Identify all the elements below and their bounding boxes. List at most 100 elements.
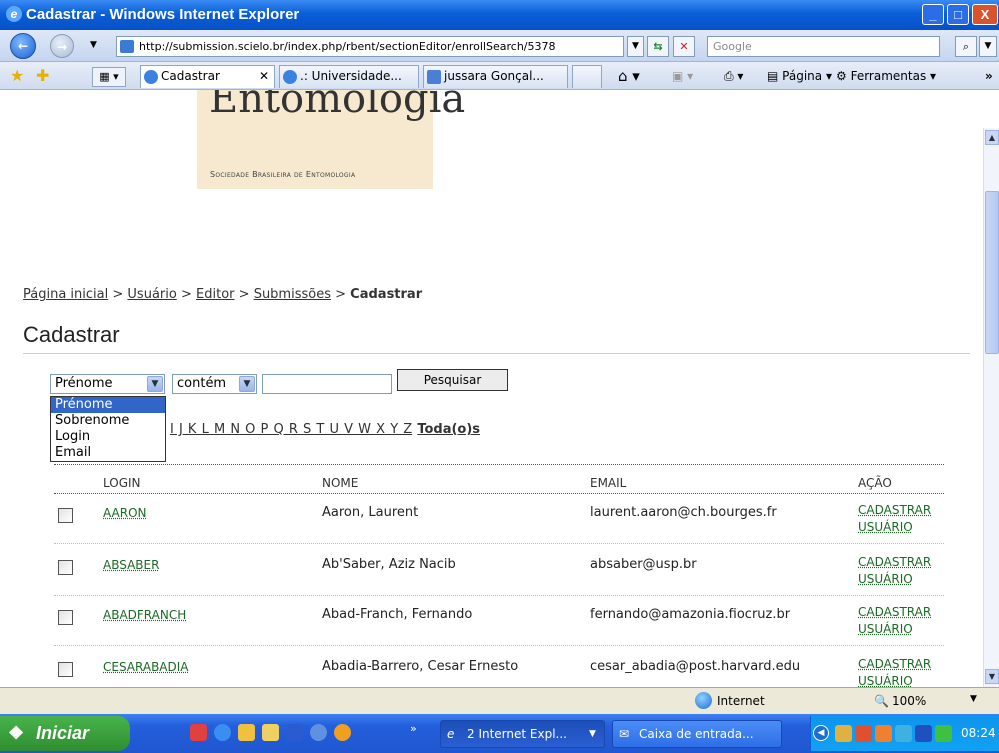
- enroll-link-line1: CADASTRAR: [858, 503, 932, 517]
- breadcrumb-user[interactable]: Usuário: [127, 287, 176, 302]
- tab-cadastrar[interactable]: Cadastrar ✕: [140, 65, 275, 88]
- stop-button[interactable]: ✕: [673, 36, 695, 57]
- tools-menu[interactable]: ⚙ Ferramentas ▾: [836, 66, 936, 86]
- enroll-user-link[interactable]: CADASTRAR USUÁRIO: [858, 554, 931, 588]
- page-menu[interactable]: ▤ Página ▾: [767, 66, 832, 86]
- user-login-link[interactable]: CESARABADIA: [103, 660, 189, 674]
- quick-launch-ie-icon[interactable]: [214, 724, 231, 741]
- row-checkbox[interactable]: [58, 560, 73, 575]
- breadcrumb-submissions[interactable]: Submissões: [254, 287, 331, 302]
- address-toolbar: ← → ▼ http://submission.scielo.br/index.…: [0, 30, 999, 62]
- taskbar-item-ie[interactable]: e 2 Internet Expl... ▼: [440, 720, 605, 748]
- user-name: Aaron, Laurent: [322, 505, 419, 520]
- row-checkbox[interactable]: [58, 662, 73, 677]
- maximize-button[interactable]: □: [947, 4, 969, 25]
- user-login-link[interactable]: ABADFRANCH: [103, 608, 186, 622]
- quick-tabs-button[interactable]: ▦ ▾: [92, 67, 126, 87]
- dropdown-option-prenome[interactable]: Prénome: [51, 397, 165, 413]
- address-input[interactable]: http://submission.scielo.br/index.php/rb…: [116, 36, 624, 57]
- search-keyword-input[interactable]: [262, 374, 392, 394]
- address-dropdown-button[interactable]: ▼: [627, 36, 644, 57]
- clock[interactable]: 08:24: [961, 726, 996, 740]
- toolbar-overflow-icon[interactable]: »: [985, 66, 993, 86]
- zoom-dropdown-icon[interactable]: ▼: [970, 694, 977, 704]
- enroll-link-line2: USUÁRIO: [858, 572, 913, 586]
- page-title: Cadastrar: [23, 322, 120, 347]
- quick-launch-word-icon[interactable]: [286, 724, 303, 741]
- row-checkbox[interactable]: [58, 508, 73, 523]
- zoom-level[interactable]: 100%: [892, 694, 926, 708]
- column-header-email: EMAIL: [590, 476, 627, 490]
- scroll-up-icon[interactable]: ▲: [985, 130, 999, 145]
- tray-network-icon[interactable]: [895, 725, 912, 742]
- google-icon: [427, 70, 441, 84]
- windows-logo-icon: ❖: [8, 723, 25, 743]
- alphabet-all-link[interactable]: Toda(o)s: [417, 422, 480, 437]
- enroll-user-link[interactable]: CADASTRAR USUÁRIO: [858, 502, 931, 536]
- tray-app-icon[interactable]: [915, 725, 932, 742]
- history-dropdown-icon[interactable]: ▼: [90, 40, 97, 50]
- minimize-button[interactable]: _: [922, 4, 944, 25]
- quick-launch-app-icon[interactable]: [190, 724, 207, 741]
- forward-button[interactable]: →: [50, 34, 74, 58]
- quick-launch-outlook-icon[interactable]: [238, 724, 255, 741]
- refresh-button[interactable]: ⇆: [647, 36, 669, 57]
- close-tab-icon[interactable]: ✕: [259, 66, 269, 87]
- enroll-user-link[interactable]: CADASTRAR USUÁRIO: [858, 604, 931, 638]
- print-icon[interactable]: ⎙ ▾: [724, 66, 743, 86]
- vertical-scrollbar[interactable]: ▲ ▼: [983, 128, 999, 687]
- column-header-name: NOME: [322, 476, 359, 490]
- search-input[interactable]: Google: [707, 36, 940, 57]
- tray-app-icon[interactable]: [835, 725, 852, 742]
- tray-expand-icon[interactable]: ◀: [813, 725, 829, 741]
- dropdown-option-email[interactable]: Email: [51, 445, 165, 461]
- search-match-select[interactable]: contém ▼: [172, 374, 257, 394]
- row-checkbox[interactable]: [58, 610, 73, 625]
- home-icon[interactable]: ⌂ ▾: [618, 66, 640, 86]
- ie-page-icon: [144, 70, 158, 84]
- user-login-link[interactable]: ABSABER: [103, 558, 159, 572]
- window-title-bar[interactable]: e Cadastrar - Windows Internet Explorer …: [0, 0, 999, 30]
- system-tray: ◀ 08:24: [810, 716, 999, 751]
- page-icon: [120, 40, 134, 53]
- feeds-icon[interactable]: ▣ ▾: [672, 66, 693, 86]
- quick-launch-overflow-icon[interactable]: »: [410, 722, 417, 735]
- tab-universidade[interactable]: .: Universidade...: [279, 65, 419, 88]
- tray-app-icon[interactable]: [855, 725, 872, 742]
- taskbar-item-inbox[interactable]: ✉ Caixa de entrada...: [612, 720, 782, 748]
- enroll-user-link[interactable]: CADASTRAR USUÁRIO: [858, 656, 931, 687]
- breadcrumb-editor[interactable]: Editor: [196, 287, 234, 302]
- user-login-link[interactable]: AARON: [103, 506, 147, 520]
- breadcrumb-separator: >: [180, 287, 192, 302]
- scroll-down-icon[interactable]: ▼: [985, 669, 999, 684]
- breadcrumb-current: Cadastrar: [350, 287, 423, 302]
- search-icon[interactable]: ⌕: [955, 36, 977, 57]
- logo-title: Entomologia: [209, 90, 466, 122]
- add-favorites-icon[interactable]: ✚: [36, 66, 49, 85]
- enroll-link-line2: USUÁRIO: [858, 520, 913, 534]
- tray-app-icon[interactable]: [875, 725, 892, 742]
- security-zone: Internet: [717, 694, 765, 708]
- quick-launch-media-icon[interactable]: [310, 724, 327, 741]
- quick-launch-folder-icon[interactable]: [262, 724, 279, 741]
- alphabet-letters[interactable]: I J K L M N O P Q R S T U V W X Y Z: [170, 422, 412, 437]
- back-button[interactable]: ←: [10, 33, 36, 59]
- new-tab-button[interactable]: [572, 65, 602, 88]
- table-top-border: [54, 464, 944, 465]
- scrollbar-thumb[interactable]: [985, 191, 999, 354]
- chevron-down-icon: ▼: [239, 376, 255, 392]
- search-field-select[interactable]: Prénome ▼: [50, 374, 165, 394]
- start-button[interactable]: ❖ Iniciar: [0, 716, 130, 751]
- close-button[interactable]: X: [972, 4, 998, 25]
- search-options-button[interactable]: ▼: [979, 36, 997, 57]
- dropdown-option-login[interactable]: Login: [51, 429, 165, 445]
- tray-app-icon[interactable]: [935, 725, 952, 742]
- task-label: Caixa de entrada...: [639, 727, 754, 741]
- quick-launch-firefox-icon[interactable]: [334, 724, 351, 741]
- dropdown-option-sobrenome[interactable]: Sobrenome: [51, 413, 165, 429]
- breadcrumb-home[interactable]: Página inicial: [23, 287, 108, 302]
- user-name: Abad-Franch, Fernando: [322, 607, 473, 622]
- search-button[interactable]: Pesquisar: [397, 369, 508, 391]
- tab-jussara[interactable]: jussara Gonçal...: [423, 65, 568, 88]
- favorites-star-icon[interactable]: ★: [10, 66, 24, 85]
